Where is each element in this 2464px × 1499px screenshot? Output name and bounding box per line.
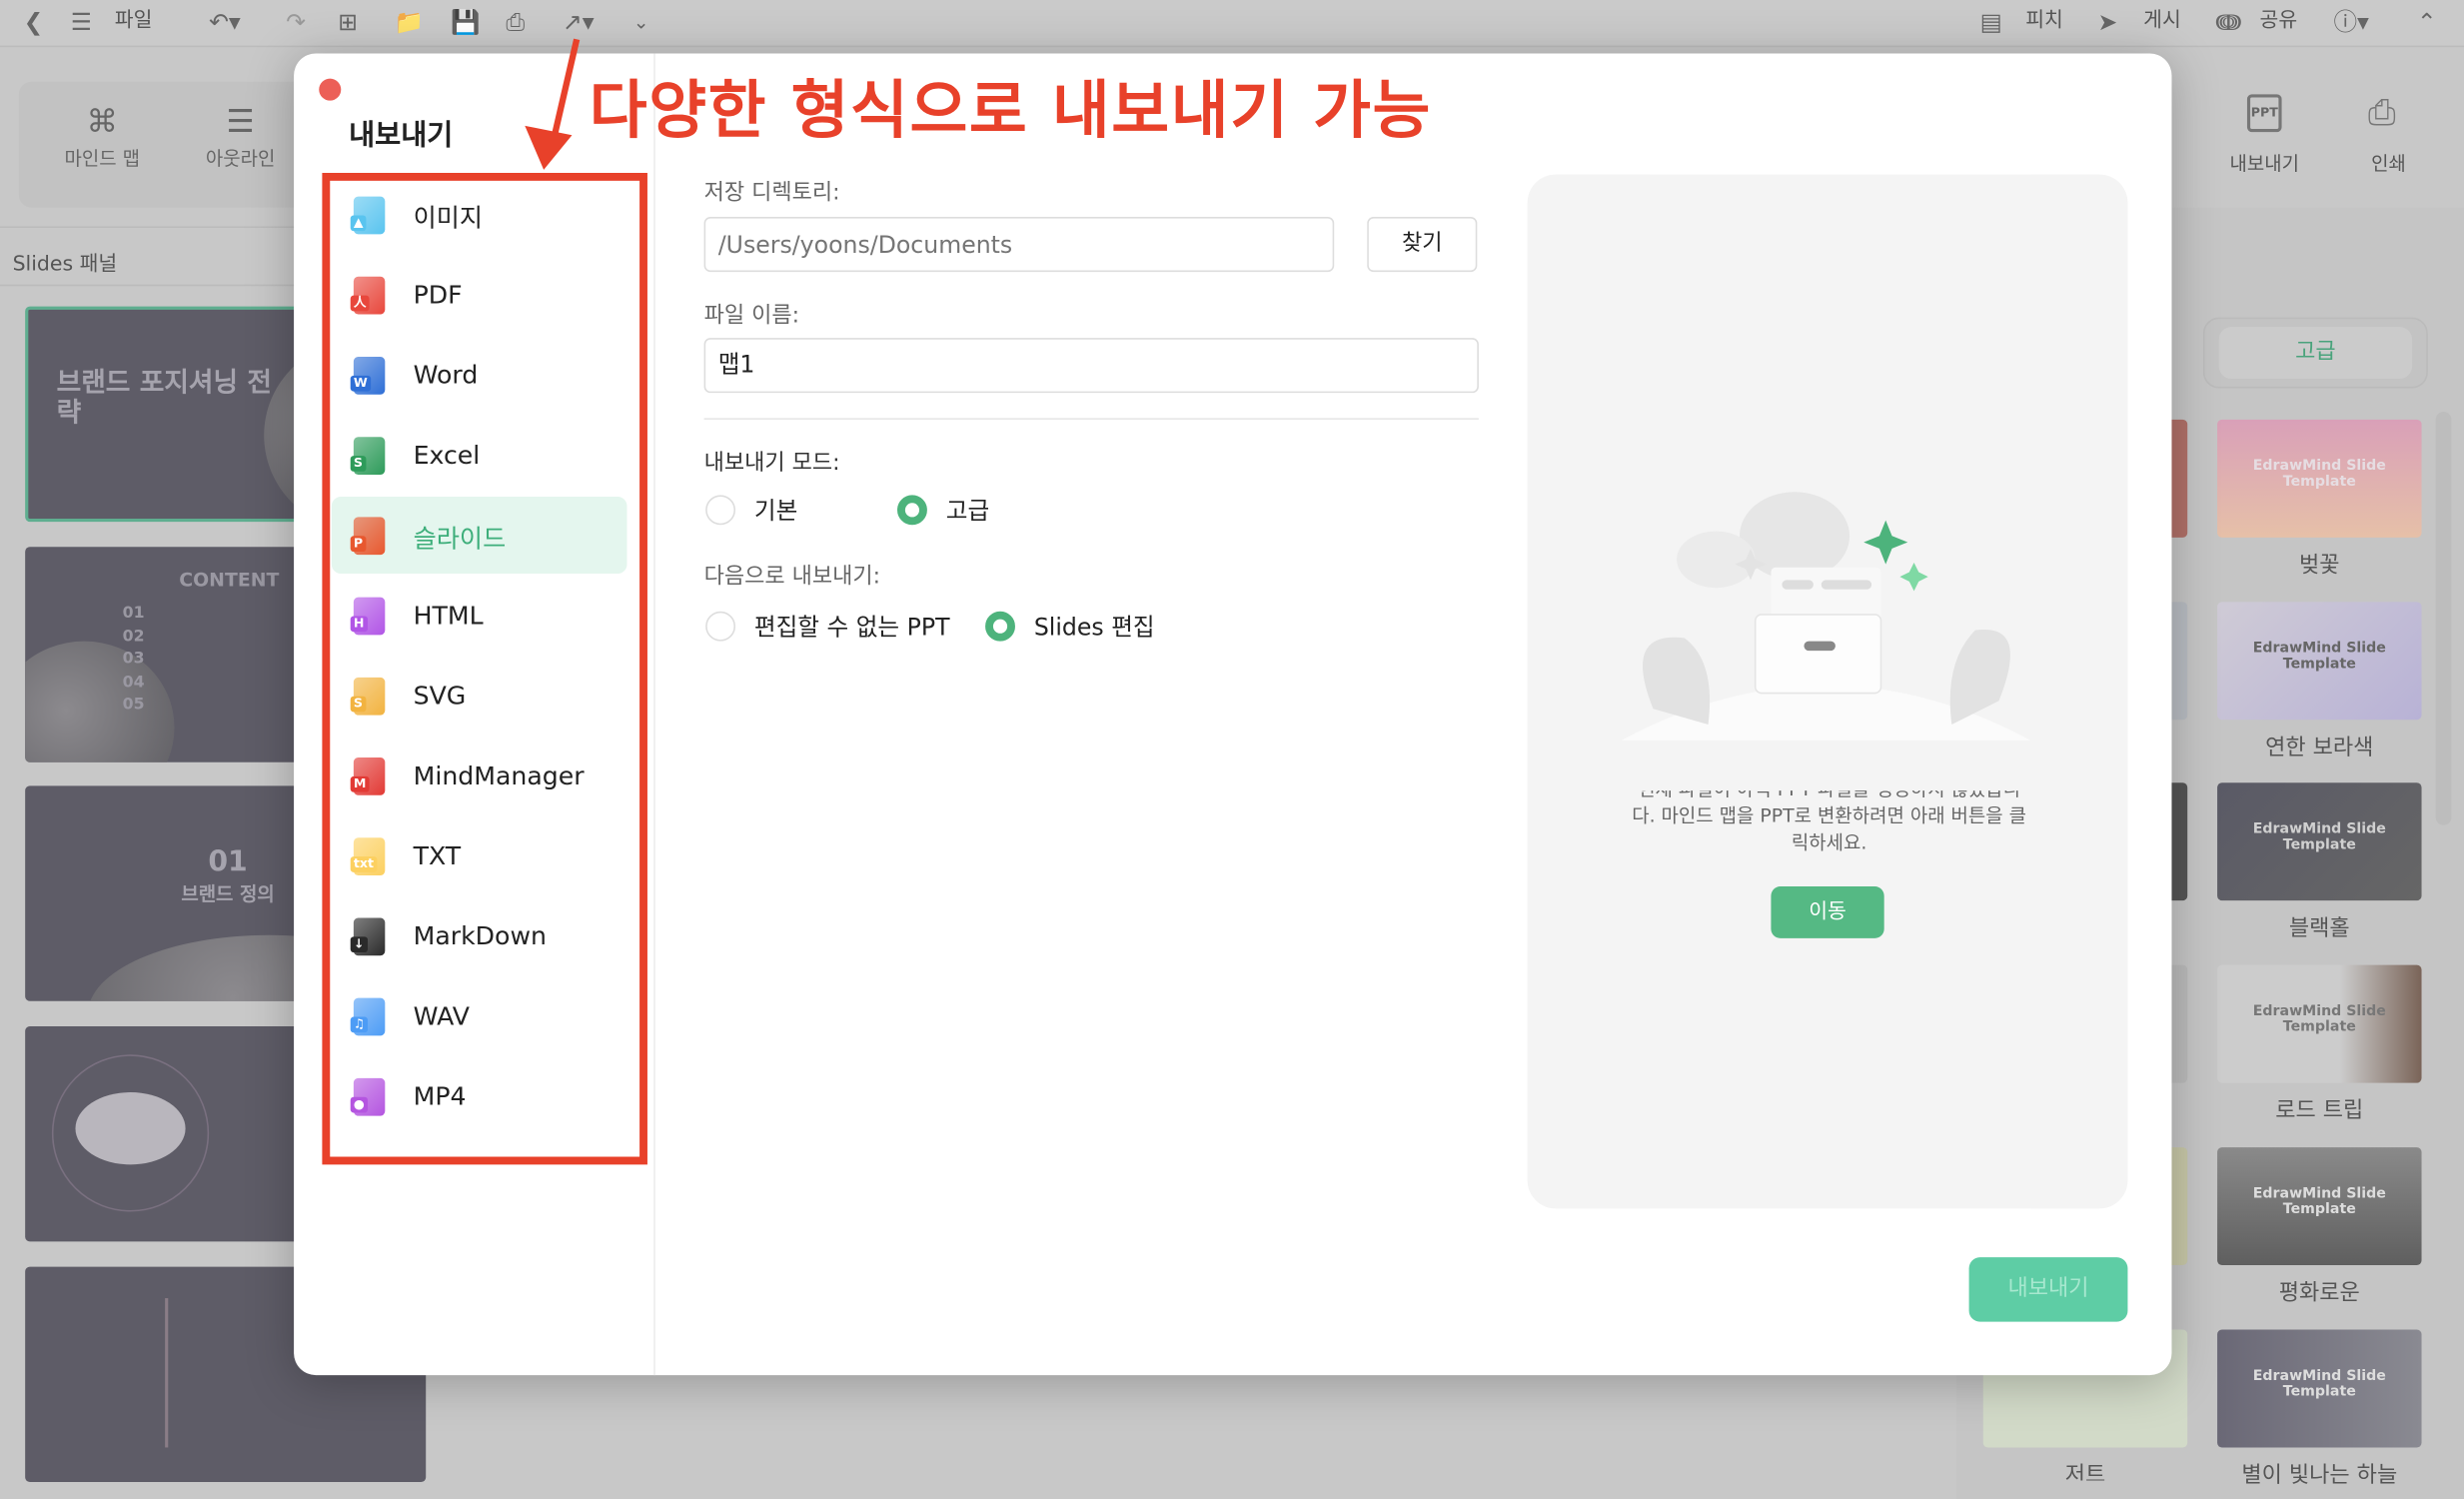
mindmap-button[interactable]: ⌘ 마인드 맵 (47, 98, 157, 172)
scrollbar[interactable] (2435, 412, 2452, 825)
mindmap-label: 마인드 맵 (64, 147, 140, 170)
ribbon-group: ⌘ 마인드 맵 ☰ 아웃라인 (18, 81, 318, 208)
print-button[interactable]: 인쇄 (2357, 149, 2420, 176)
radio-label: Slides 편집 (1033, 613, 1155, 642)
template-label[interactable]: 벚꽃 (2217, 549, 2421, 580)
radio-slides-edit[interactable]: Slides 편집 (985, 610, 1155, 643)
preview-message-text: 현재 파일이 아직 PPT 파일을 생성하지 않았습니다. 마인드 맵을 PPT… (1632, 790, 2027, 853)
template-thumb-text: EdrawMind Slide Template (2252, 641, 2386, 673)
annotation-text: 다양한 형식으로 내보내기 가능 (589, 75, 1433, 148)
slide-number: 03 (122, 651, 145, 669)
slide-number: 01 (208, 845, 248, 879)
radio-label: 편집할 수 없는 PPT (753, 613, 950, 642)
annotation-box (322, 172, 647, 1165)
ppt-icon: PPT (2246, 94, 2282, 133)
top-toolbar: ❮ ☰ 파일 ↶▾ ↷ ⊞ 📁 💾 ⎙ ↗▾ ⌄ ▤ 피치 ➤ 게시 ↈ 공유 … (0, 0, 2464, 48)
preview-message: 현재 파일이 아직 PPT 파일을 생성하지 않았습니다. 마인드 맵을 PPT… (1628, 790, 2030, 853)
template-label[interactable]: 로드 트립 (2217, 1094, 2421, 1125)
undo-icon[interactable]: ↶▾ (209, 6, 241, 37)
publish-button[interactable]: 게시 (2143, 6, 2181, 37)
template-thumb-text: EdrawMind Slide Template (2252, 1368, 2386, 1400)
export-ppt-button[interactable]: 내보내기 (2216, 149, 2314, 176)
pitch-icon[interactable]: ▤ (1980, 6, 2002, 37)
export-dialog: 내보내기 ▲ 이미지 人 PDF W Word S Excel P 슬라이드 H HTML S SVG M M… (294, 53, 2172, 1376)
template-thumb[interactable]: EdrawMind Slide Template (2217, 601, 2422, 720)
mode-label: 내보내기 모드: (703, 451, 840, 477)
open-folder-icon[interactable]: 📁 (395, 6, 424, 37)
radio-mode-basic[interactable]: 기본 (705, 494, 797, 527)
share-icon[interactable]: ↈ (2216, 6, 2242, 37)
go-button[interactable]: 이동 (1771, 886, 1884, 938)
template-thumb-text: EdrawMind Slide Template (2252, 459, 2386, 491)
help-icon[interactable]: ⓘ▾ (2333, 6, 2368, 37)
tab-advanced[interactable]: 고급 (2218, 327, 2413, 380)
filename-label: 파일 이름: (703, 303, 800, 329)
radio-label: 기본 (753, 496, 798, 526)
slide-title: CONTENT (179, 569, 280, 592)
export-button[interactable]: 내보내기 (1968, 1257, 2128, 1322)
slide-title: 브랜드 정의 (181, 882, 275, 905)
template-label[interactable]: 평화로운 (2217, 1276, 2421, 1307)
new-icon[interactable]: ⊞ (338, 6, 358, 37)
slide-title: 브랜드 포지셔닝 전략 (56, 368, 273, 430)
preview-panel: 현재 파일이 아직 PPT 파일을 생성하지 않았습니다. 마인드 맵을 PPT… (1527, 174, 2128, 1209)
browse-button[interactable]: 찾기 (1367, 217, 1478, 273)
template-thumb[interactable]: EdrawMind Slide Template (2217, 419, 2422, 538)
more-icon[interactable]: ⌄ (633, 6, 649, 37)
template-thumb-text: EdrawMind Slide Template (2252, 1186, 2386, 1218)
template-thumb[interactable]: EdrawMind Slide Template (2217, 782, 2422, 901)
save-icon[interactable]: 💾 (451, 6, 480, 37)
share-button[interactable]: 공유 (2260, 6, 2298, 37)
redo-icon[interactable]: ↷ (286, 6, 306, 37)
radio-uneditable-ppt[interactable]: 편집할 수 없는 PPT (705, 610, 949, 643)
export-as-label: 다음으로 내보내기: (703, 564, 881, 590)
empty-box-illustration (1622, 492, 2030, 741)
dialog-title: 내보내기 (349, 119, 454, 153)
slide-number: 01 (122, 605, 145, 623)
template-thumb-text: EdrawMind Slide Template (2252, 1004, 2386, 1036)
template-thumb-text: EdrawMind Slide Template (2252, 822, 2386, 854)
outline-icon: ☰ (226, 102, 255, 140)
template-thumb[interactable]: EdrawMind Slide Template (2217, 964, 2422, 1083)
slides-panel-title: Slides 패널 (12, 253, 118, 277)
template-thumb[interactable]: EdrawMind Slide Template (2217, 1328, 2422, 1447)
dir-label: 저장 디렉토리: (703, 180, 840, 207)
template-label[interactable]: 블랙홀 (2217, 912, 2421, 943)
template-label[interactable]: 저트 (1983, 1458, 2187, 1480)
slide-number: 05 (122, 696, 145, 715)
annotation-arrow (525, 38, 581, 170)
slide-number: 02 (122, 628, 145, 646)
template-label[interactable]: 별이 빛나는 하늘 (2217, 1458, 2421, 1489)
pitch-button[interactable]: 피치 (2025, 6, 2063, 37)
publish-icon[interactable]: ➤ (2098, 6, 2118, 37)
radio-mode-advanced[interactable]: 고급 (897, 494, 989, 527)
outline-label: 아웃라인 (205, 147, 276, 170)
print-icon: ⎙ (2368, 94, 2396, 134)
chevron-up-icon[interactable]: ⌃ (2417, 6, 2437, 37)
close-button[interactable] (319, 78, 342, 101)
slide-number: 04 (122, 673, 145, 692)
file-menu[interactable]: 파일 (115, 6, 153, 37)
outline-button[interactable]: ☰ 아웃라인 (186, 98, 296, 172)
menu-icon[interactable]: ☰ (71, 6, 92, 37)
filename-input[interactable]: 맵1 (703, 338, 1479, 394)
template-label[interactable]: 연한 보라색 (2217, 731, 2421, 761)
mindmap-icon: ⌘ (86, 102, 118, 140)
back-icon[interactable]: ❮ (24, 6, 44, 37)
radio-label: 고급 (945, 496, 990, 526)
template-thumb[interactable]: EdrawMind Slide Template (2217, 1146, 2422, 1265)
directory-input[interactable] (703, 217, 1335, 273)
